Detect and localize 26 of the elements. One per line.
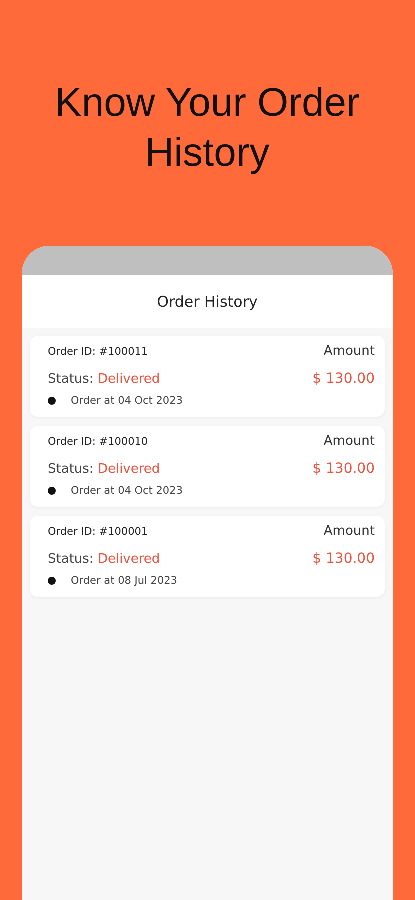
- order-card[interactable]: Order ID: #100001 Amount Status: Delivered $ 130.00 Order at 08 Jul 2023: [30, 516, 385, 597]
- status-label: Status:: [48, 372, 94, 386]
- order-date: Order at 04 Oct 2023: [71, 485, 183, 497]
- amount-value: $ 130.00: [312, 551, 375, 567]
- order-id: Order ID: #100011: [48, 346, 148, 358]
- bullet-icon: [48, 577, 56, 585]
- amount-label: Amount: [324, 524, 375, 539]
- amount-value: $ 130.00: [312, 371, 375, 387]
- status-value: Delivered: [98, 462, 160, 476]
- order-date: Order at 08 Jul 2023: [71, 575, 178, 587]
- amount-label: Amount: [324, 434, 375, 449]
- headline: Know Your Order History: [54, 80, 361, 177]
- status-value: Delivered: [98, 552, 160, 566]
- status-label: Status:: [48, 462, 94, 476]
- amount-label: Amount: [324, 344, 375, 359]
- status-value: Delivered: [98, 372, 160, 386]
- bullet-icon: [48, 487, 56, 495]
- order-card[interactable]: Order ID: #100011 Amount Status: Delivered $ 130.00 Order at 04 Oct 2023: [30, 336, 385, 417]
- status-label: Status:: [48, 552, 94, 566]
- order-id: Order ID: #100001: [48, 526, 148, 538]
- order-id: Order ID: #100010: [48, 436, 148, 448]
- bullet-icon: [48, 397, 56, 405]
- amount-value: $ 130.00: [312, 461, 375, 477]
- screen-title: Order History: [157, 292, 258, 310]
- order-date: Order at 04 Oct 2023: [71, 395, 183, 407]
- order-card[interactable]: Order ID: #100010 Amount Status: Delivered $ 130.00 Order at 04 Oct 2023: [30, 426, 385, 507]
